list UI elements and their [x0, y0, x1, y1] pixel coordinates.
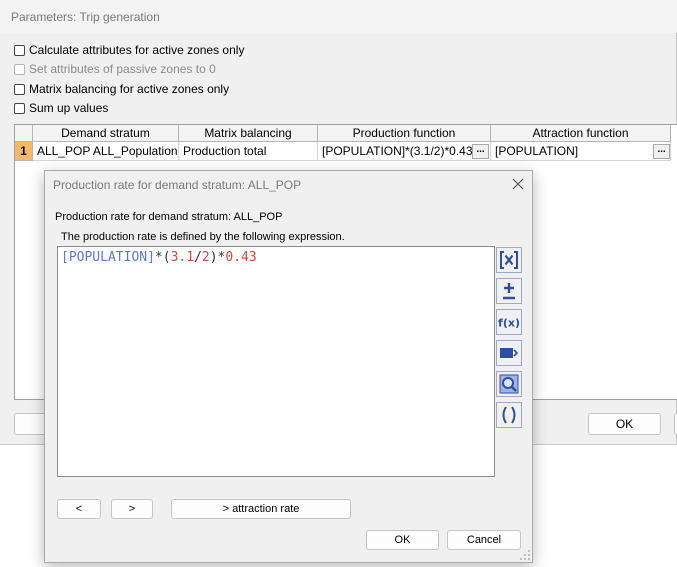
insert-attribute-button[interactable]	[496, 247, 522, 273]
brackets-icon	[502, 406, 516, 424]
expression-attribute-token: [POPULATION]	[61, 250, 155, 265]
expression-operator-token: *(	[154, 250, 171, 265]
close-icon[interactable]	[511, 177, 525, 191]
checkbox[interactable]	[14, 102, 25, 114]
checkbox[interactable]	[14, 83, 25, 95]
insert-operator-button[interactable]	[496, 278, 522, 304]
grid-corner	[15, 125, 33, 142]
column-header-production-function[interactable]: Production function	[318, 125, 491, 142]
checkbox[interactable]	[14, 44, 25, 56]
insert-function-icon: f(x)	[498, 317, 520, 330]
expression-editor[interactable]: [POPULATION]*(3.1/2)*0.43	[57, 246, 495, 477]
expression-number-token: 2	[201, 250, 210, 265]
next-button[interactable]: >	[111, 499, 153, 519]
column-header-matrix-balancing[interactable]: Matrix balancing	[179, 125, 318, 142]
expression-number-token: 3.1	[170, 250, 195, 265]
insert-operator-icon	[503, 283, 515, 300]
column-header-attraction-function[interactable]: Attraction function	[491, 125, 671, 142]
option-passive-zones: Set attributes of passive zones to 0	[14, 61, 216, 77]
previous-button[interactable]: <	[57, 499, 101, 519]
cell-matrix-balancing[interactable]: Production total	[179, 142, 318, 161]
svg-text:f(x): f(x)	[498, 317, 520, 330]
expression-operator-token: )*	[209, 250, 226, 265]
zoom-button[interactable]	[496, 371, 522, 397]
edit-production-button[interactable]: ...	[472, 144, 489, 159]
dialog-heading: Production rate for demand stratum: ALL_…	[55, 211, 283, 223]
production-rate-dialog: Production rate for demand stratum: ALL_…	[44, 170, 533, 563]
resize-grip-icon[interactable]	[519, 549, 531, 561]
cell-attraction-function[interactable]: [POPULATION]	[491, 142, 671, 161]
cancel-button[interactable]: Cancel	[447, 530, 521, 550]
zoom-icon	[499, 374, 519, 394]
insert-value-icon	[500, 348, 519, 358]
insert-function-button[interactable]: f(x)	[496, 309, 522, 335]
option-label: Set attributes of passive zones to 0	[29, 62, 216, 76]
row-number[interactable]: 1	[15, 142, 33, 161]
window-title: Parameters: Trip generation	[11, 10, 160, 24]
insert-attribute-icon	[500, 251, 518, 269]
cell-production-function[interactable]: [POPULATION]*(3.1/2)*0.43	[318, 142, 491, 161]
insert-brackets-button[interactable]	[496, 402, 522, 428]
ok-button[interactable]: OK	[366, 530, 439, 550]
expression-description: The production rate is defined by the fo…	[61, 231, 345, 243]
checkbox	[14, 63, 25, 75]
option-sum-up[interactable]: Sum up values	[14, 100, 108, 116]
window-titlebar: Parameters: Trip generation	[0, 0, 677, 33]
option-active-zones[interactable]: Calculate attributes for active zones on…	[14, 42, 244, 58]
option-label: Matrix balancing for active zones only	[29, 82, 230, 96]
expression-number-token: 0.43	[225, 250, 257, 265]
main-ok-button[interactable]: OK	[588, 413, 661, 435]
attraction-rate-button[interactable]: > attraction rate	[171, 499, 351, 519]
cell-demand-stratum[interactable]: ALL_POP ALL_Population	[33, 142, 179, 161]
column-header-demand-stratum[interactable]: Demand stratum	[33, 125, 179, 142]
option-matrix-balancing[interactable]: Matrix balancing for active zones only	[14, 81, 229, 97]
dialog-title: Production rate for demand stratum: ALL_…	[53, 178, 302, 192]
expression-operator-token: /	[194, 250, 202, 265]
option-label: Sum up values	[29, 101, 109, 115]
insert-value-button[interactable]	[496, 340, 522, 366]
option-label: Calculate attributes for active zones on…	[29, 43, 245, 57]
edit-attraction-button[interactable]: ...	[653, 144, 670, 159]
